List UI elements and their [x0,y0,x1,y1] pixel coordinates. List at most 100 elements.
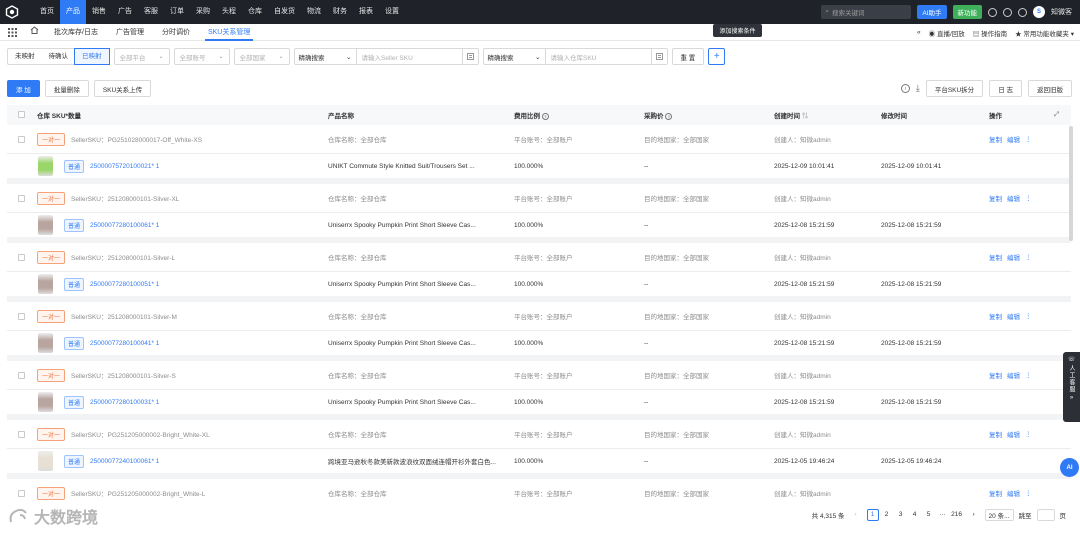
more-icon[interactable]: ⋮ [1025,194,1032,202]
row-checkbox[interactable] [18,430,25,438]
user-name[interactable]: 知微客 [1051,7,1072,17]
edit-link[interactable]: 编辑 [1007,252,1020,262]
sort-icon[interactable]: ⇅ [802,113,809,120]
edit-link[interactable]: 编辑 [1007,370,1020,380]
menu-item[interactable]: 设置 [379,0,405,24]
ai-assistant-button[interactable]: AI助手 [917,5,947,19]
page-size-select[interactable]: 20 条... [984,508,1014,521]
mapping-status-option[interactable]: 已映射 [74,48,110,65]
add-search-condition-button[interactable]: + [708,48,726,65]
page-tab[interactable]: SKU关系管理 [199,24,259,41]
row-checkbox[interactable] [18,135,25,143]
copy-link[interactable]: 复制 [989,252,1002,262]
copy-link[interactable]: 复制 [989,488,1002,498]
menu-item[interactable]: 首页 [34,0,60,24]
edit-link[interactable]: 编辑 [1007,311,1020,321]
copy-link[interactable]: 复制 [989,311,1002,321]
more-icon[interactable]: ⋮ [1025,489,1032,497]
batch-delete-button[interactable]: 批量删除 [44,80,89,97]
expand-icon[interactable]: ⤢ [1054,111,1059,119]
edit-link[interactable]: 编辑 [1007,193,1020,203]
warehouse-sku-link[interactable]: 25000077280100061* 1 [90,222,159,229]
seller-sku-match-select[interactable]: 精确搜索 ⌄ [295,49,357,64]
home-tab[interactable] [24,24,45,41]
bell-icon[interactable] [1003,7,1012,17]
menu-item[interactable]: 物流 [301,0,327,24]
warehouse-sku-link[interactable]: 25000075720100021* 1 [90,163,159,170]
tab-bar-link[interactable]: ▤ 操作指南 [973,28,1007,38]
page-tab[interactable]: 广告管理 [107,24,153,41]
help-icon[interactable]: ? [665,113,673,120]
more-icon[interactable]: ⋮ [1025,430,1032,438]
mapping-status-option[interactable]: 未映射 [8,49,42,64]
page-number[interactable]: 216 [951,509,963,521]
download-icon[interactable]: ⤓ [916,83,920,94]
page-number[interactable]: 5 [923,509,935,521]
row-checkbox[interactable] [18,253,25,261]
download-icon[interactable] [988,7,997,17]
vertical-scrollbar[interactable] [1069,126,1073,241]
seller-sku-input[interactable]: 请输入Seller SKU [357,49,462,64]
menu-item[interactable]: 订单 [164,0,190,24]
warehouse-sku-link[interactable]: 25000077240100061* 1 [90,458,159,465]
warehouse-sku-link[interactable]: 25000077280100041* 1 [90,340,159,347]
more-icon[interactable]: ⋮ [1025,371,1032,379]
reset-button[interactable]: 重 置 [671,48,705,65]
more-icon[interactable]: ⋮ [1025,312,1032,320]
platform-select[interactable]: 全部平台 ⌄ [113,48,170,65]
page-tab[interactable]: 分时调价 [153,24,199,41]
goto-page-input[interactable] [1036,508,1055,521]
next-page-icon[interactable]: › [968,509,980,521]
customer-service-widget[interactable]: ☏ 人工客服 » [1063,352,1080,422]
copy-link[interactable]: 复制 [989,134,1002,144]
row-checkbox[interactable] [18,371,25,379]
menu-item[interactable]: 广告 [112,0,138,24]
menu-item[interactable]: 仓库 [242,0,268,24]
global-search-input[interactable]: ⌕ 搜索关键词 [821,5,912,19]
platform-sku-split-button[interactable]: 平台SKU拆分 [925,80,984,97]
warehouse-sku-link[interactable]: 25000077280100031* 1 [90,399,159,406]
more-icon[interactable]: ⋮ [1025,135,1032,143]
copy-link[interactable]: 复制 [989,370,1002,380]
tab-bar-link[interactable]: ★ 常用功能收藏夹 ▾ [1015,28,1074,38]
app-logo[interactable] [0,0,24,24]
menu-item[interactable]: 销售 [86,0,112,24]
menu-item[interactable]: 财务 [327,0,353,24]
new-features-button[interactable]: 新功能 [952,5,982,19]
account-select[interactable]: 全部账号 ⌄ [173,48,230,65]
mapping-status-option[interactable]: 待确认 [42,49,76,64]
edit-link[interactable]: 编辑 [1007,429,1020,439]
page-number[interactable]: 4 [909,509,921,521]
page-tab[interactable]: 批次库存/日志 [45,24,107,41]
menu-item[interactable]: 报表 [353,0,379,24]
page-number[interactable]: ··· [937,509,949,521]
menu-item[interactable]: 自发货 [268,0,301,24]
edit-link[interactable]: 编辑 [1007,134,1020,144]
select-all-checkbox[interactable] [18,111,25,118]
help-icon[interactable]: ? [541,113,549,120]
row-checkbox[interactable] [18,194,25,202]
collapse-arrow-icon[interactable]: « [917,29,921,36]
avatar[interactable]: S [1033,6,1045,18]
menu-item[interactable]: 采购 [190,0,216,24]
page-number[interactable]: 2 [881,509,893,521]
log-button[interactable]: 日 志 [989,80,1022,97]
copy-link[interactable]: 复制 [989,193,1002,203]
warehouse-sku-match-select[interactable]: 精确搜索 ⌄ [484,49,546,64]
warehouse-sku-input[interactable]: 请输入仓库SKU [546,49,651,64]
menu-item[interactable]: 产品 [60,0,86,24]
headset-icon[interactable] [1018,7,1027,17]
menu-item[interactable]: 客服 [138,0,164,24]
warehouse-sku-link[interactable]: 25000077280100051* 1 [90,281,159,288]
page-number[interactable]: 1 [866,508,879,521]
info-icon[interactable]: i [900,84,910,93]
return-old-version-button[interactable]: 返回旧版 [1028,80,1072,97]
ai-float-button[interactable]: AI [1060,458,1079,477]
batch-input-icon[interactable] [461,49,478,64]
edit-link[interactable]: 编辑 [1007,488,1020,498]
copy-link[interactable]: 复制 [989,429,1002,439]
menu-item[interactable]: 头程 [216,0,242,24]
row-checkbox[interactable] [18,489,25,497]
country-select[interactable]: 全部国家 ⌄ [233,48,290,65]
batch-input-icon[interactable] [650,49,667,64]
